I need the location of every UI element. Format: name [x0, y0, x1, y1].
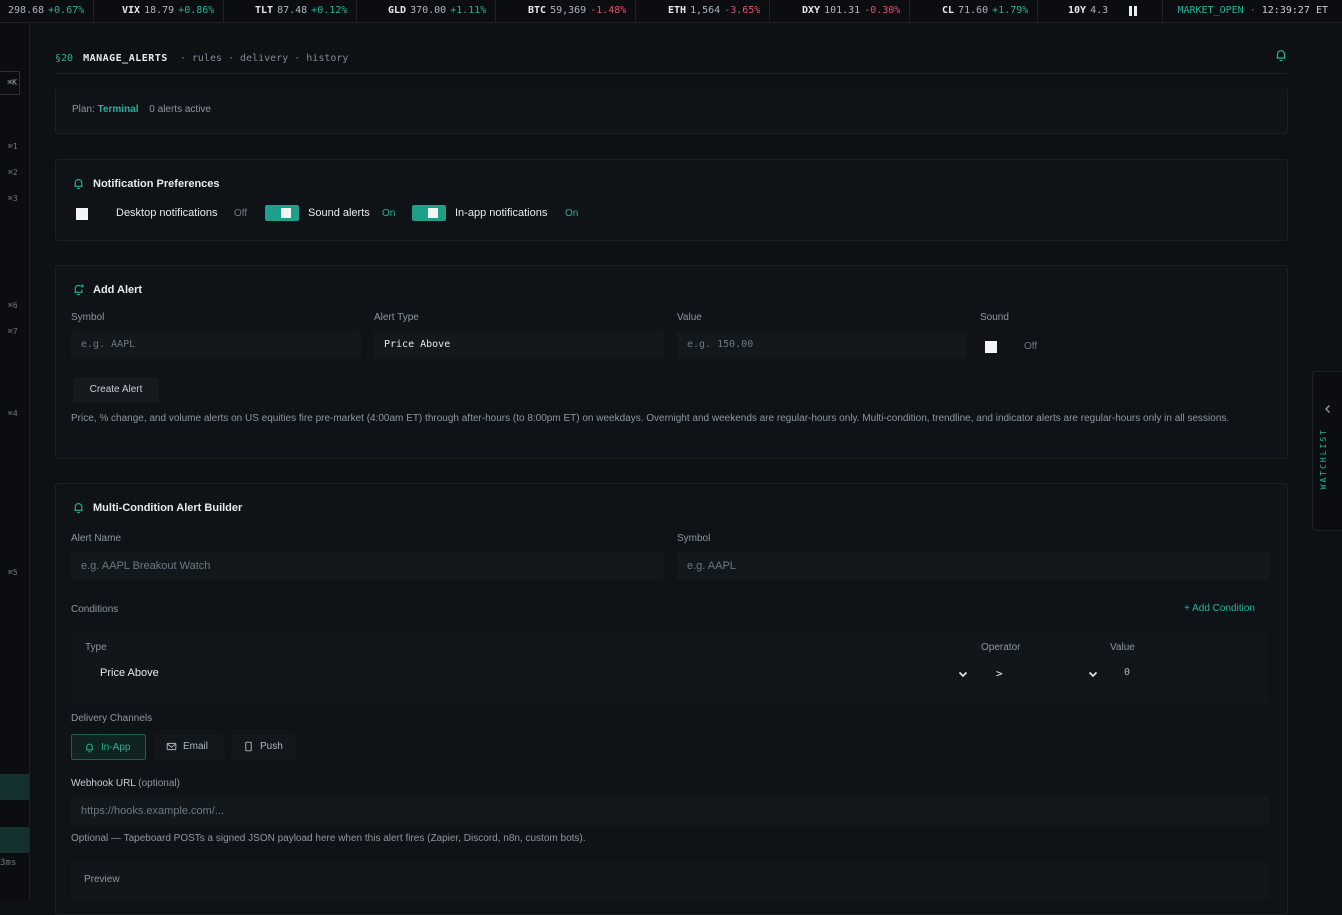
ticker-item[interactable]: 298.68 +0.67% — [8, 0, 95, 22]
condition-type-label: Type — [85, 642, 107, 653]
webhook-label: Webhook URL (optional) — [71, 778, 180, 789]
condition-row: Type Price Above Operator > Value 0 — [72, 631, 1268, 703]
webhook-url-input[interactable]: https://hooks.example.com/... — [71, 797, 1269, 825]
condition-value-input[interactable]: 0 — [1124, 667, 1130, 678]
header-tabs[interactable]: · rules · delivery · history — [180, 53, 349, 64]
channel-email-button[interactable]: Email — [154, 734, 224, 760]
rail-shortcut[interactable]: ⌘4 — [8, 409, 18, 418]
create-alert-button[interactable]: Create Alert — [73, 377, 159, 403]
ticker-item[interactable]: CL 71.60 +1.79% — [942, 0, 1039, 22]
alert-name-label: Alert Name — [71, 533, 122, 544]
rail-shortcut[interactable]: ⌘6 — [8, 301, 18, 310]
operator-label: Operator — [981, 642, 1021, 653]
preview-panel: Preview — [71, 862, 1269, 900]
ticker-item[interactable]: DXY 101.31 -0.30% — [802, 0, 911, 22]
phone-icon — [245, 741, 252, 752]
desktop-notifications-label: Desktop notifications — [116, 207, 218, 219]
divider — [55, 73, 1287, 74]
ticker-item[interactable]: 10Y 4.3 — [1068, 0, 1120, 22]
alert-count: 0 alerts active — [149, 104, 211, 115]
card-title: Multi-Condition Alert Builder — [93, 502, 243, 514]
rail-shortcut[interactable]: ⌘5 — [8, 568, 18, 577]
rail-shortcut[interactable]: ⌘3 — [8, 194, 18, 203]
sound-label: Sound — [980, 312, 1009, 323]
left-rail: ⌘K ⌘1 ⌘2 ⌘3 ⌘6 ⌘7 ⌘4 ⌘5 3ms — [0, 23, 30, 900]
alert-type-select[interactable]: Price Above — [374, 331, 664, 359]
ticker-item[interactable]: VIX 18.79 +0.86% — [122, 0, 225, 22]
chevron-down-icon[interactable] — [957, 668, 969, 680]
add-condition-button[interactable]: + Add Condition — [1169, 597, 1270, 621]
ticker-item[interactable]: GLD 370.00 +1.11% — [388, 0, 497, 22]
bell-plus-icon — [74, 284, 84, 296]
rail-active-item[interactable] — [0, 827, 29, 853]
conditions-label: Conditions — [71, 604, 119, 615]
plan-name: Terminal — [97, 104, 139, 115]
rail-shortcut[interactable]: ⌘1 — [8, 142, 18, 151]
plan-label: Plan: — [72, 104, 95, 115]
inapp-notifications-label: In-app notifications — [455, 207, 548, 219]
preview-label: Preview — [84, 874, 120, 885]
sound-alerts-state: On — [382, 208, 396, 219]
bell-icon[interactable] — [1274, 48, 1288, 62]
inapp-notifications-state: On — [565, 208, 579, 219]
rail-active-item[interactable] — [0, 774, 29, 800]
rail-shortcut[interactable]: ⌘2 — [8, 168, 18, 177]
symbol-label: Symbol — [677, 533, 711, 544]
condition-type-select[interactable]: Price Above — [100, 667, 159, 679]
pause-icon[interactable] — [1129, 6, 1139, 16]
condition-value-label: Value — [1110, 642, 1135, 653]
bell-icon — [74, 503, 83, 514]
channel-push-button[interactable]: Push — [231, 734, 296, 760]
notification-preferences-card: Notification Preferences Desktop notific… — [55, 159, 1288, 241]
page-header: §20 MANAGE_ALERTS · rules · delivery · his… — [55, 50, 348, 68]
value-input[interactable]: e.g. 150.00 — [677, 331, 967, 359]
chevron-down-icon[interactable] — [1087, 668, 1099, 680]
watchlist-label: WATCHLIST — [1319, 428, 1328, 490]
ticker-item[interactable]: ETH 1,564 -3.65% — [668, 0, 771, 22]
sound-checkbox[interactable] — [985, 341, 997, 353]
section-code: §20 — [55, 53, 74, 64]
desktop-notifications-checkbox[interactable] — [76, 208, 88, 220]
symbol-input[interactable]: e.g. AAPL — [677, 552, 1270, 580]
plan-card: Plan: Terminal 0 alerts active — [55, 88, 1288, 134]
page-title: MANAGE_ALERTS — [83, 53, 168, 64]
delivery-channels-label: Delivery Channels — [71, 713, 153, 724]
ticker-item[interactable]: BTC 59,369 -1.48% — [528, 0, 637, 22]
channel-inapp-button[interactable]: In-App — [71, 734, 146, 760]
rail-shortcut[interactable]: ⌘7 — [8, 327, 18, 336]
add-alert-card: Add Alert Symbol e.g. AAPL Alert Type Pr… — [55, 265, 1288, 459]
sound-state: Off — [1024, 341, 1038, 352]
alert-hours-note: Price, % change, and volume alerts on US… — [71, 413, 1230, 424]
operator-select[interactable]: > — [996, 667, 1003, 680]
card-title: Add Alert — [93, 284, 143, 296]
webhook-note: Optional — Tapeboard POSTs a signed JSON… — [71, 833, 586, 844]
chevron-left-icon[interactable] — [1324, 404, 1332, 414]
value-label: Value — [677, 312, 702, 323]
symbol-label: Symbol — [71, 312, 105, 323]
inapp-notifications-toggle[interactable] — [412, 205, 446, 221]
mail-icon — [166, 742, 177, 751]
ticker-bar: 298.68 +0.67% VIX 18.79 +0.86% TLT 87.48 +0.1… — [0, 0, 1342, 23]
sound-alerts-toggle[interactable] — [265, 205, 299, 221]
desktop-notifications-state: Off — [234, 208, 248, 219]
symbol-input[interactable]: e.g. AAPL — [71, 331, 361, 359]
sound-alerts-label: Sound alerts — [308, 207, 370, 219]
bell-icon — [85, 743, 94, 753]
multi-condition-builder-card: Multi-Condition Alert Builder Alert Name… — [55, 483, 1288, 915]
latency-readout: 3ms — [0, 858, 17, 868]
alert-type-label: Alert Type — [374, 312, 419, 323]
ticker-item[interactable]: TLT 87.48 +0.12% — [255, 0, 358, 22]
alert-name-input[interactable]: e.g. AAPL Breakout Watch — [71, 552, 664, 580]
command-palette-button[interactable]: ⌘K — [0, 71, 20, 95]
bell-icon — [74, 179, 83, 190]
market-status: MARKET_OPEN · 12:39:27 ET — [1162, 0, 1328, 22]
card-title: Notification Preferences — [93, 178, 220, 190]
watchlist-tab[interactable]: WATCHLIST — [1312, 371, 1342, 531]
